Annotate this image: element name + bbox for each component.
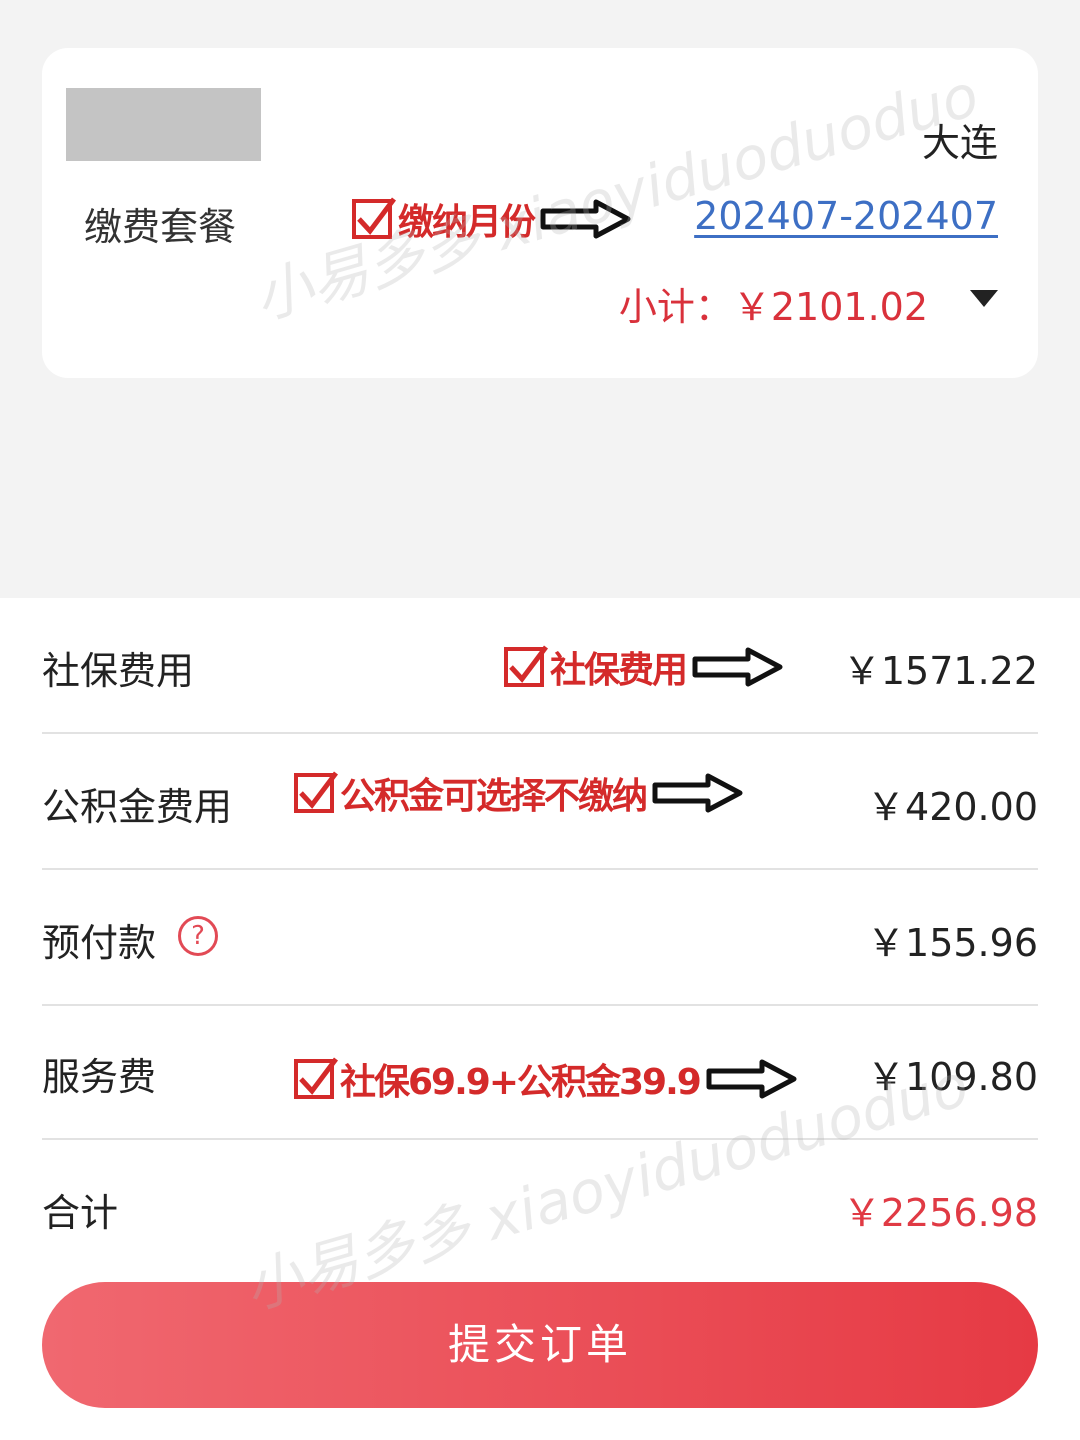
checkbox-icon — [504, 645, 548, 687]
help-icon[interactable]: ? — [178, 916, 218, 956]
row-label: 公积金费用 — [42, 785, 233, 829]
annotation-social: 社保费用 — [504, 640, 784, 694]
arrow-right-icon — [692, 647, 783, 687]
row-total: 合计 ￥2256.98 — [42, 1140, 1038, 1274]
summary-area: 大连 缴费套餐 202407-202407 小计：￥2101.02 — [0, 0, 1080, 598]
annotation-text: 社保69.9+公积金39.9 — [340, 1062, 702, 1103]
row-label: 预付款 — [42, 921, 157, 965]
subtotal: 小计：￥2101.02 — [618, 285, 928, 329]
row-value: ￥1571.22 — [842, 649, 1038, 693]
row-label: 服务费 — [42, 1055, 157, 1099]
city-label: 大连 — [921, 121, 998, 165]
arrow-right-icon — [706, 1059, 797, 1099]
months-link[interactable]: 202407-202407 — [694, 194, 998, 238]
annotation-fund: 公积金可选择不缴纳 — [294, 766, 744, 820]
row-value: ￥155.96 — [867, 921, 1038, 965]
total-value: ￥2256.98 — [842, 1191, 1038, 1235]
checkbox-icon — [294, 771, 338, 813]
arrow-right-icon — [540, 199, 631, 239]
row-value: ￥420.00 — [867, 785, 1038, 829]
arrow-right-icon — [652, 773, 743, 813]
annotation-text: 公积金可选择不缴纳 — [340, 776, 648, 817]
expand-caret-icon[interactable] — [970, 290, 998, 307]
annotation-months: 缴纳月份 — [352, 192, 632, 246]
row-label: 社保费用 — [42, 649, 195, 693]
row-label: 合计 — [42, 1191, 119, 1235]
submit-order-button[interactable]: 提交订单 — [42, 1282, 1038, 1408]
row-value: ￥109.80 — [867, 1055, 1038, 1099]
row-prepayment: 预付款 ? ￥155.96 — [42, 870, 1038, 1006]
checkbox-icon — [352, 197, 396, 239]
annotation-service: 社保69.9+公积金39.9 — [294, 1052, 798, 1106]
plan-label: 缴费套餐 — [84, 205, 237, 249]
checkbox-icon — [294, 1057, 338, 1099]
redacted-name — [66, 88, 261, 161]
annotation-text: 缴纳月份 — [398, 202, 536, 243]
annotation-text: 社保费用 — [550, 650, 688, 691]
